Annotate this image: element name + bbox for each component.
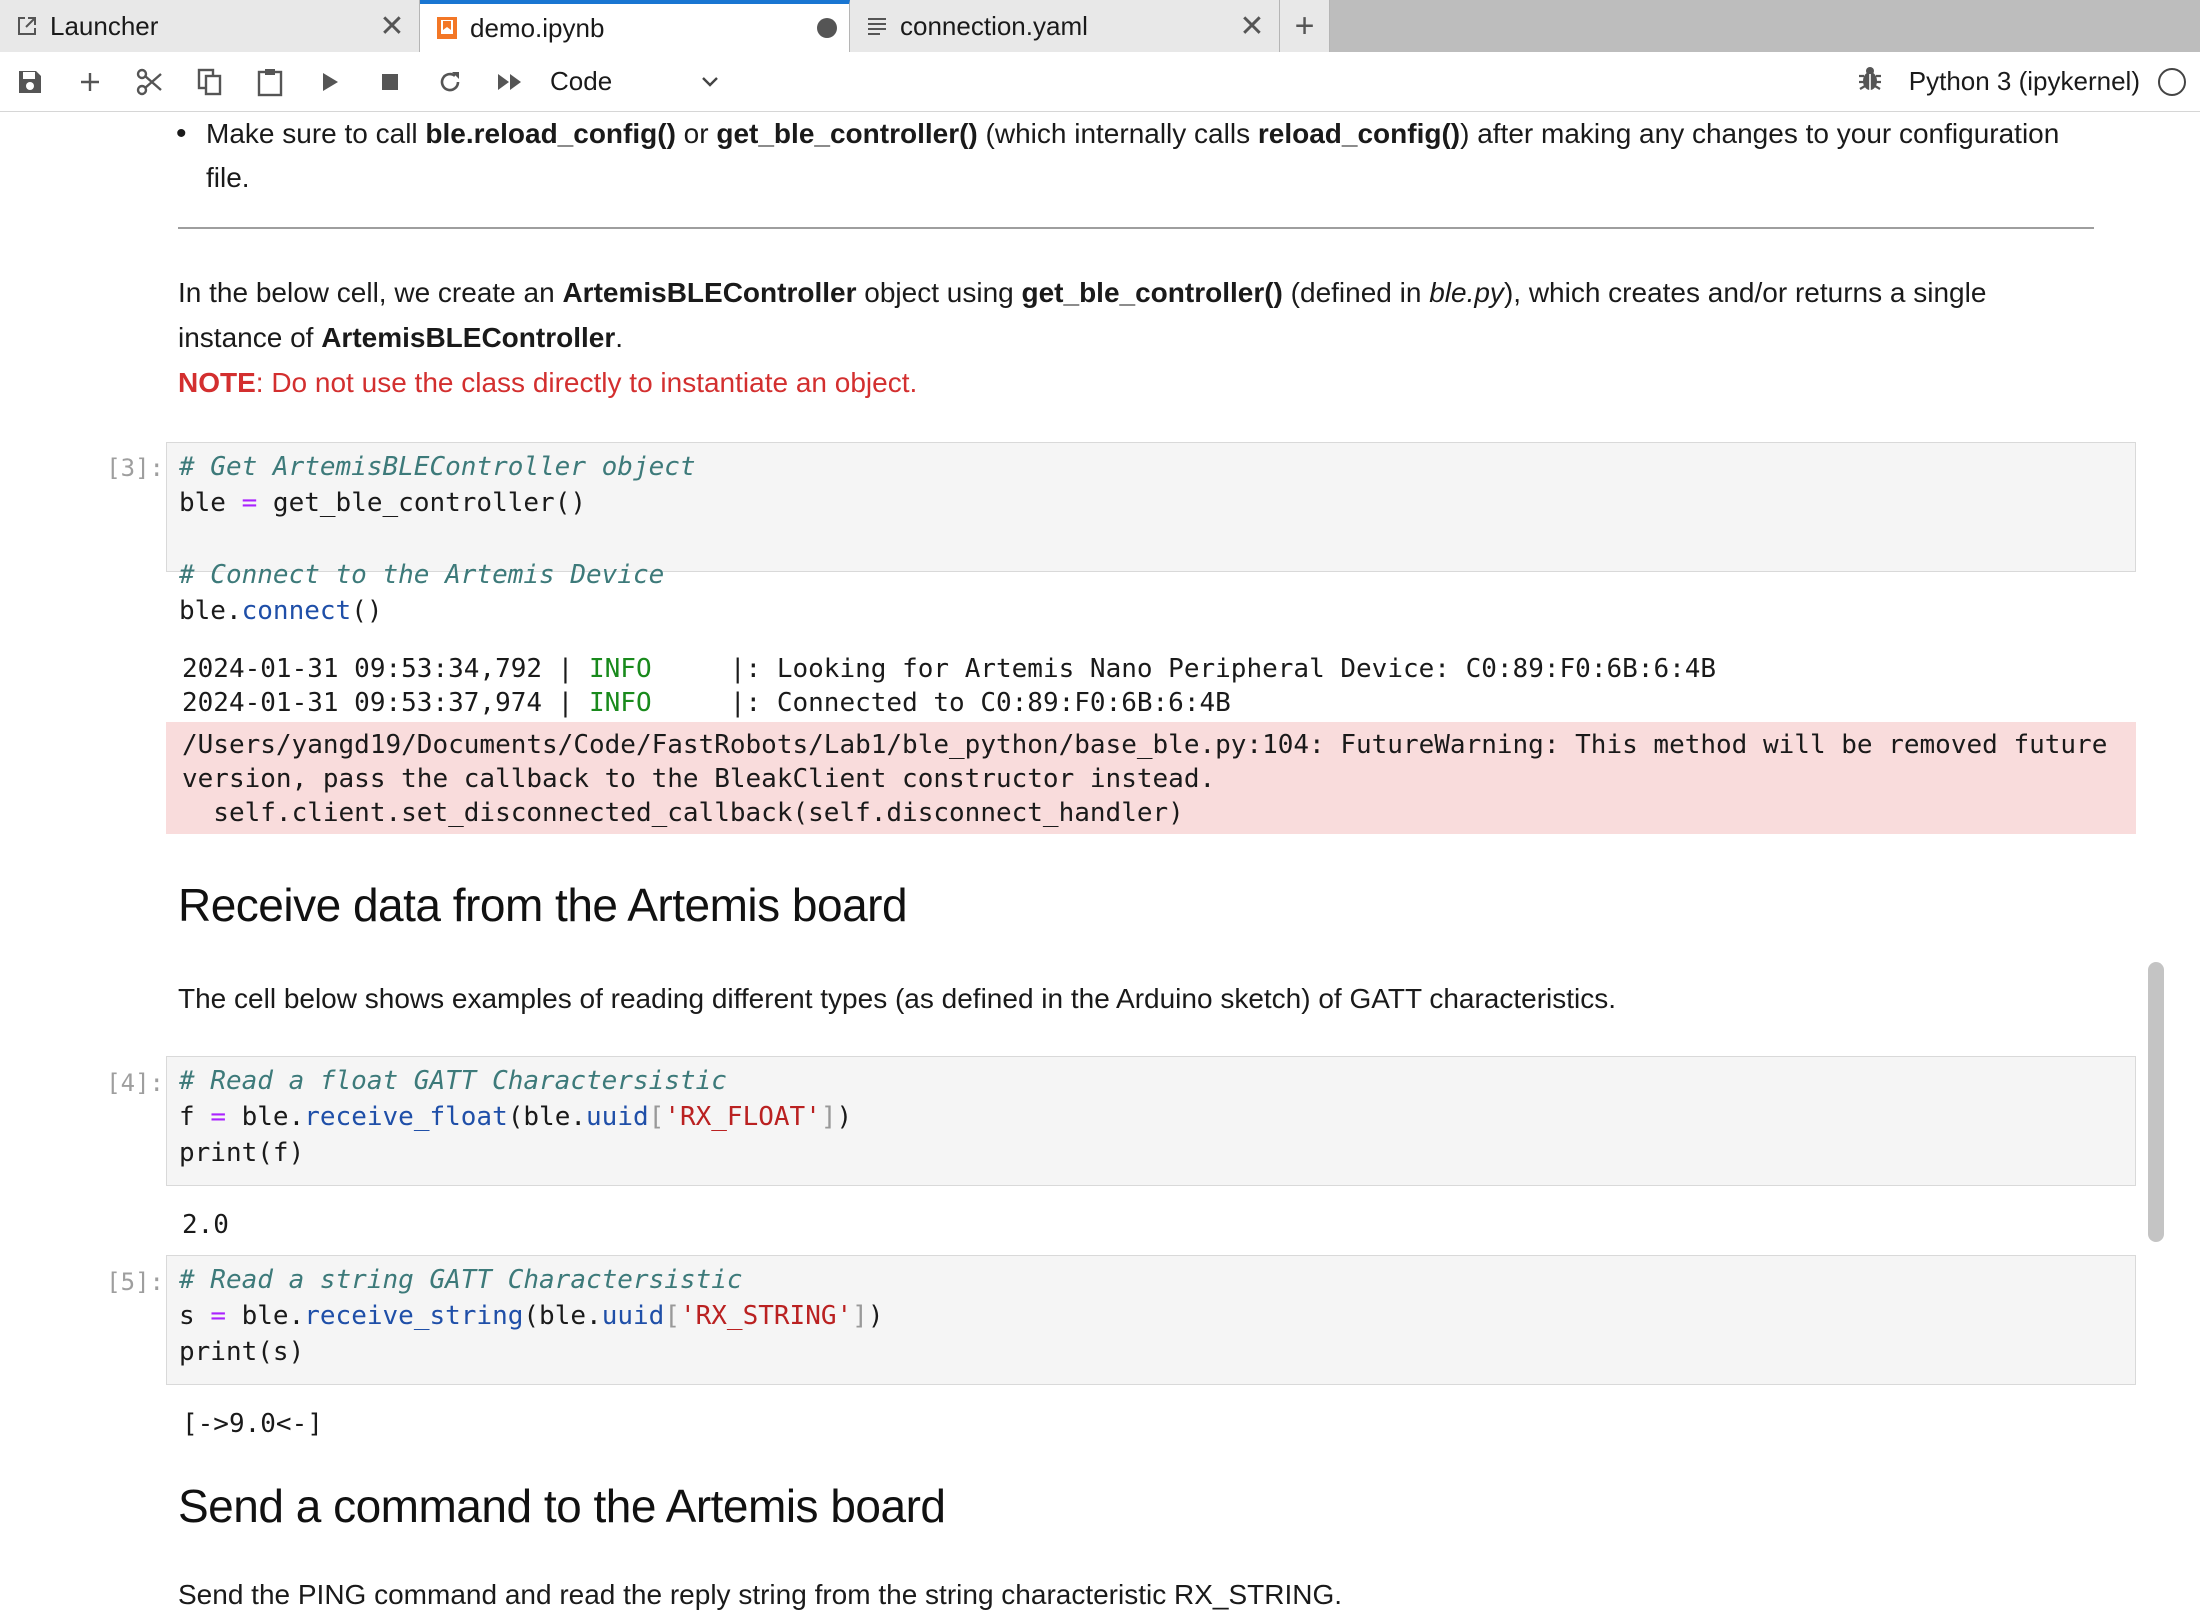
tab-connection-yaml[interactable]: connection.yaml ✕ — [850, 0, 1280, 52]
run-button[interactable] — [300, 52, 360, 112]
section-heading: Send a command to the Artemis board — [178, 1480, 946, 1532]
cell-output: [->9.0<-] — [182, 1409, 323, 1439]
kernel-status-icon — [2158, 67, 2186, 96]
stop-icon — [382, 73, 398, 90]
insert-cell-button[interactable] — [60, 52, 120, 112]
add-icon: + — [1294, 6, 1315, 45]
text-file-icon — [862, 15, 892, 37]
cell-output: 2.0 — [182, 1210, 229, 1240]
close-icon[interactable]: ✕ — [1237, 9, 1267, 44]
tab-label: connection.yaml — [900, 10, 1088, 41]
code-cell-input[interactable]: # Get ArtemisBLEController object ble = … — [166, 442, 2136, 626]
save-icon — [19, 70, 41, 93]
cell-prompt: [5]: — [106, 1268, 164, 1296]
cut-icon — [136, 68, 162, 95]
run-all-button[interactable] — [480, 52, 540, 112]
new-tab-button[interactable]: + — [1280, 0, 1330, 52]
vertical-scrollbar[interactable] — [2148, 962, 2164, 1242]
tab-label: demo.ipynb — [470, 12, 605, 43]
close-icon[interactable]: ✕ — [377, 9, 407, 44]
inline-code: get_ble_controller() — [716, 118, 978, 149]
cell-prompt: [4]: — [106, 1069, 164, 1097]
run-icon — [323, 72, 338, 91]
section-heading: Receive data from the Artemis board — [178, 879, 908, 931]
unsaved-changes-icon[interactable] — [817, 18, 837, 38]
cell-type-value: Code — [550, 66, 613, 96]
markdown-paragraph: Send the PING command and read the reply… — [178, 1579, 1343, 1610]
code-cell-input[interactable]: # Read a float GATT Charactersistic f = … — [166, 1056, 2136, 1186]
horizontal-rule — [178, 227, 2094, 229]
note-text: NOTE: Do not use the class directly to i… — [178, 367, 918, 398]
restart-icon — [440, 71, 460, 91]
add-icon — [81, 72, 99, 91]
copy-icon — [197, 68, 222, 95]
chevron-down-icon — [702, 76, 718, 87]
debugger-icon[interactable] — [1857, 65, 1883, 98]
cell-type-select[interactable]: Code — [550, 66, 720, 97]
paste-icon — [257, 68, 283, 96]
fast-forward-icon — [498, 73, 521, 90]
notebook-panel: Make sure to call ble.reload_config() or… — [0, 112, 2170, 1620]
tab-launcher[interactable]: Launcher ✕ — [0, 0, 420, 52]
cell-prompt: [3]: — [106, 454, 164, 482]
tab-bar: Launcher ✕ demo.ipynb connection.yaml ✕ … — [0, 0, 2200, 52]
tab-label: Launcher — [50, 10, 159, 41]
markdown-paragraph: The cell below shows examples of reading… — [178, 983, 1617, 1014]
code-cell-input[interactable]: # Read a string GATT Charactersistic s =… — [166, 1255, 2136, 1385]
markdown-bullet: Make sure to call ble.reload_config() or… — [176, 112, 2076, 200]
paste-button[interactable] — [240, 52, 300, 112]
save-button[interactable] — [0, 52, 60, 112]
interrupt-button[interactable] — [360, 52, 420, 112]
inline-code: ble.reload_config() — [425, 118, 676, 149]
notebook-toolbar: Code Python 3 (ipykernel) — [0, 52, 2200, 112]
external-link-icon — [12, 15, 42, 37]
notebook-icon — [432, 16, 462, 40]
cell-output-log: 2024-01-31 09:53:34,792 | INFO |: Lookin… — [182, 654, 1717, 718]
inline-code: reload_config() — [1257, 118, 1461, 149]
kernel-name[interactable]: Python 3 (ipykernel) — [1909, 66, 2140, 97]
cut-button[interactable] — [120, 52, 180, 112]
restart-button[interactable] — [420, 52, 480, 112]
markdown-paragraph: In the below cell, we create an ArtemisB… — [178, 277, 1987, 398]
copy-button[interactable] — [180, 52, 240, 112]
cell-output-stderr: /Users/yangd19/Documents/Code/FastRobots… — [166, 722, 2136, 834]
tab-demo-notebook[interactable]: demo.ipynb — [420, 0, 850, 52]
